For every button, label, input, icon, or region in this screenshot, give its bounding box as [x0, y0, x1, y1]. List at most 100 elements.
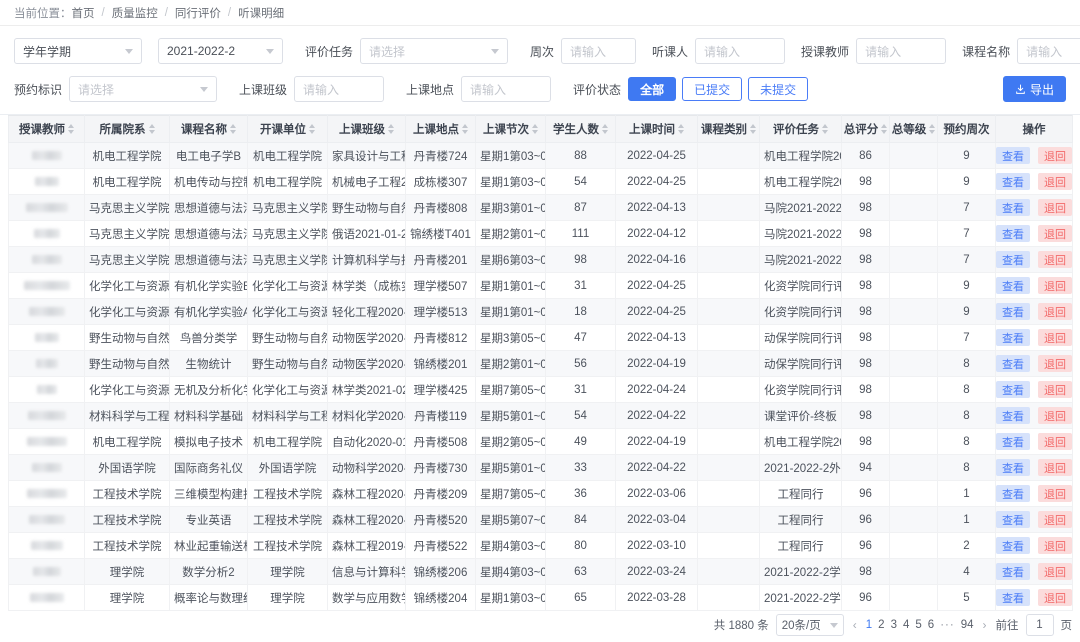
view-button[interactable]: 查看	[996, 251, 1030, 268]
sort-arrows-icon[interactable]	[602, 124, 608, 134]
eval-status-submitted-button[interactable]: 已提交	[682, 77, 742, 101]
column-header-grade[interactable]: 总等级	[890, 116, 938, 143]
export-button[interactable]: 导出	[1003, 76, 1066, 102]
eval-task-select[interactable]: 请选择	[360, 38, 508, 64]
pagination-page-last[interactable]: 94	[961, 619, 974, 631]
view-button[interactable]: 查看	[996, 225, 1030, 242]
sort-arrows-icon[interactable]	[230, 124, 236, 134]
sort-arrows-icon[interactable]	[822, 124, 828, 134]
sort-arrows-icon[interactable]	[929, 124, 935, 134]
week-input[interactable]: 请输入	[561, 38, 636, 64]
pagination-page-5[interactable]: 5	[915, 619, 921, 631]
return-button[interactable]: 退回	[1038, 537, 1072, 554]
teacher-input[interactable]: 请输入	[856, 38, 946, 64]
eval-status-all-button[interactable]: 全部	[628, 77, 676, 101]
term-type-select[interactable]: 学年学期	[14, 38, 142, 64]
view-button[interactable]: 查看	[996, 433, 1030, 450]
return-button[interactable]: 退回	[1038, 563, 1072, 580]
view-button[interactable]: 查看	[996, 459, 1030, 476]
return-button[interactable]: 退回	[1038, 511, 1072, 528]
eval-status-unsubmitted-button[interactable]: 未提交	[748, 77, 808, 101]
return-button[interactable]: 退回	[1038, 407, 1072, 424]
column-header-period[interactable]: 上课节次	[476, 116, 546, 143]
return-button[interactable]: 退回	[1038, 355, 1072, 372]
breadcrumb-item-quality[interactable]: 质量监控	[112, 5, 158, 21]
column-header-students[interactable]: 学生人数	[546, 116, 616, 143]
term-select[interactable]: 2021-2022-2	[158, 38, 283, 64]
view-button[interactable]: 查看	[996, 147, 1030, 164]
return-button[interactable]: 退回	[1038, 277, 1072, 294]
cell-period: 星期1第01~04小	[476, 299, 546, 325]
booking-flag-select[interactable]: 请选择	[69, 76, 217, 102]
cell-dept: 野生动物与自然保	[85, 325, 170, 351]
return-button[interactable]: 退回	[1038, 589, 1072, 606]
return-button[interactable]: 退回	[1038, 199, 1072, 216]
breadcrumb-item-peer-eval[interactable]: 同行评价	[175, 5, 221, 21]
return-button[interactable]: 退回	[1038, 329, 1072, 346]
pagination-next-button[interactable]: ›	[981, 618, 989, 632]
sort-arrows-icon[interactable]	[388, 124, 394, 134]
pagination-goto-input[interactable]: 1	[1026, 614, 1054, 636]
pagination-page-6[interactable]: 6	[928, 619, 934, 631]
column-header-date[interactable]: 上课时间	[616, 116, 698, 143]
pagination-page-4[interactable]: 4	[903, 619, 909, 631]
return-button[interactable]: 退回	[1038, 147, 1072, 164]
cell-task: 马院2021-2022-	[760, 247, 842, 273]
view-button[interactable]: 查看	[996, 173, 1030, 190]
view-button[interactable]: 查看	[996, 511, 1030, 528]
listener-input[interactable]: 请输入	[695, 38, 785, 64]
view-button[interactable]: 查看	[996, 407, 1030, 424]
course-input[interactable]: 请输入	[1017, 38, 1080, 64]
view-button[interactable]: 查看	[996, 589, 1030, 606]
column-header-teacher[interactable]: 授课教师	[9, 116, 85, 143]
breadcrumb-separator: /	[102, 7, 105, 19]
cell-place: 锦绣楼206	[406, 559, 476, 585]
pagination-page-2[interactable]: 2	[878, 619, 884, 631]
view-button[interactable]: 查看	[996, 277, 1030, 294]
view-button[interactable]: 查看	[996, 537, 1030, 554]
view-button[interactable]: 查看	[996, 563, 1030, 580]
column-header-course[interactable]: 课程名称	[170, 116, 248, 143]
cell-task: 工程同行	[760, 481, 842, 507]
column-header-place[interactable]: 上课地点	[406, 116, 476, 143]
return-button[interactable]: 退回	[1038, 251, 1072, 268]
return-button[interactable]: 退回	[1038, 173, 1072, 190]
column-header-task[interactable]: 评价任务	[760, 116, 842, 143]
sort-arrows-icon[interactable]	[532, 124, 538, 134]
return-button[interactable]: 退回	[1038, 303, 1072, 320]
sort-arrows-icon[interactable]	[309, 124, 315, 134]
sort-arrows-icon[interactable]	[881, 124, 887, 134]
page-size-select[interactable]: 20条/页	[776, 614, 844, 636]
return-button[interactable]: 退回	[1038, 225, 1072, 242]
class-input[interactable]: 请输入	[294, 76, 384, 102]
return-button[interactable]: 退回	[1038, 381, 1072, 398]
sort-arrows-icon[interactable]	[678, 124, 684, 134]
pagination-page-1[interactable]: 1	[866, 619, 872, 631]
redacted-name	[32, 255, 62, 264]
return-button[interactable]: 退回	[1038, 459, 1072, 476]
view-button[interactable]: 查看	[996, 199, 1030, 216]
view-button[interactable]: 查看	[996, 329, 1030, 346]
return-button[interactable]: 退回	[1038, 433, 1072, 450]
column-header-category[interactable]: 课程类别	[698, 116, 760, 143]
sort-arrows-icon[interactable]	[68, 124, 74, 134]
view-button[interactable]: 查看	[996, 381, 1030, 398]
redacted-name	[32, 463, 62, 472]
sort-arrows-icon[interactable]	[750, 124, 756, 134]
column-header-klass[interactable]: 上课班级	[328, 116, 406, 143]
cell-bweek: 9	[938, 169, 996, 195]
view-button[interactable]: 查看	[996, 303, 1030, 320]
pagination-prev-button[interactable]: ‹	[851, 618, 859, 632]
cell-teacher-masked	[9, 325, 85, 351]
place-input[interactable]: 请输入	[461, 76, 551, 102]
column-header-unit[interactable]: 开课单位	[248, 116, 328, 143]
pagination-page-3[interactable]: 3	[891, 619, 897, 631]
column-header-score[interactable]: 总评分	[842, 116, 890, 143]
breadcrumb-item-home[interactable]: 首页	[72, 5, 95, 21]
return-button[interactable]: 退回	[1038, 485, 1072, 502]
column-header-dept[interactable]: 所属院系	[85, 116, 170, 143]
sort-arrows-icon[interactable]	[462, 124, 468, 134]
view-button[interactable]: 查看	[996, 355, 1030, 372]
sort-arrows-icon[interactable]	[149, 124, 155, 134]
view-button[interactable]: 查看	[996, 485, 1030, 502]
